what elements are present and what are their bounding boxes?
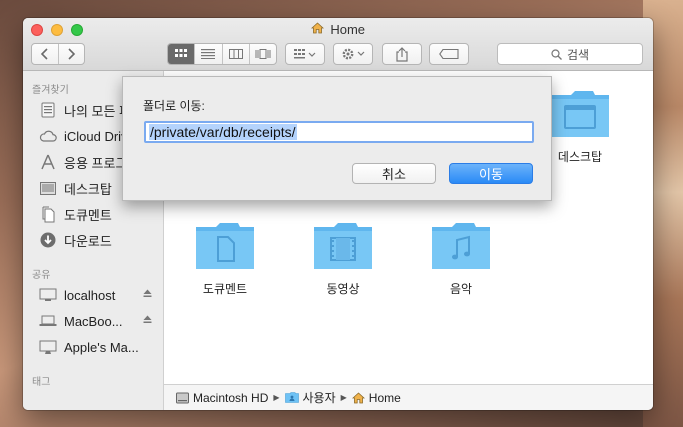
tag-icon[interactable] <box>429 43 469 65</box>
hard-drive-icon <box>176 392 189 404</box>
column-view-icon[interactable] <box>221 44 249 64</box>
path-item-macintosh-hd[interactable]: Macintosh HD <box>176 391 268 405</box>
forward-icon[interactable] <box>57 44 84 64</box>
desktop-folder-icon <box>549 87 611 139</box>
window-title: Home <box>23 22 653 37</box>
eject-icon[interactable] <box>143 289 152 301</box>
go-to-folder-label: 폴더로 이동: <box>143 99 205 113</box>
path-separator-icon: ▶ <box>273 393 280 402</box>
folder-path-input[interactable]: /private/var/db/receipts/ <box>144 121 534 143</box>
sidebar-item-documents[interactable]: 도큐멘트 <box>38 203 164 225</box>
sidebar-item-macbook[interactable]: MacBoo... <box>38 310 164 332</box>
path-item-label: Macintosh HD <box>193 390 269 405</box>
sidebar-item-localhost[interactable]: localhost <box>38 284 164 306</box>
folder-music[interactable]: 음악 <box>421 219 501 297</box>
back-icon[interactable] <box>32 44 58 64</box>
toolbar: Home 검색 <box>23 18 653 71</box>
sidebar-item-label: 데스크탑 <box>64 181 112 197</box>
applications-icon <box>38 152 58 172</box>
folder-label: 데스크탑 <box>557 150 603 164</box>
navigation-buttons <box>31 43 85 65</box>
sidebar-item-label: MacBoo... <box>64 313 123 329</box>
go-to-folder-dialog: 폴더로 이동: /private/var/db/receipts/ 취소 이동 <box>122 76 552 201</box>
folder-path-value: /private/var/db/receipts/ <box>149 124 297 140</box>
search-icon <box>551 48 562 60</box>
path-separator-icon: ▶ <box>340 393 347 402</box>
home-icon <box>351 391 365 404</box>
folder-label: 음악 <box>449 282 473 296</box>
sidebar-item-downloads[interactable]: 다운로드 <box>38 229 164 251</box>
sidebar-item-label: Apple's Ma... <box>64 339 139 355</box>
share-icon[interactable] <box>382 43 422 65</box>
arrange-icon[interactable] <box>285 43 325 65</box>
folder-movies[interactable]: 동영상 <box>303 219 383 297</box>
icon-view-icon[interactable] <box>168 44 195 64</box>
laptop-icon <box>38 311 58 331</box>
search-field[interactable]: 검색 <box>497 43 643 65</box>
home-icon <box>310 22 327 37</box>
sidebar-heading-tags: 태그 <box>32 377 51 388</box>
documents-icon <box>38 204 58 224</box>
search-placeholder: 검색 <box>566 47 590 62</box>
imac-icon <box>38 337 58 357</box>
path-item-home[interactable]: Home <box>351 390 401 405</box>
cancel-button[interactable]: 취소 <box>352 163 436 184</box>
path-bar: Macintosh HD ▶ 사용자 ▶ Home <box>164 384 653 410</box>
music-folder-icon <box>430 219 492 271</box>
computer-icon <box>38 285 58 305</box>
folder-documents[interactable]: 도큐멘트 <box>185 219 265 297</box>
folder-desktop[interactable]: 데스크탑 <box>540 87 620 165</box>
view-mode-buttons <box>167 43 277 65</box>
documents-folder-icon <box>194 219 256 271</box>
list-view-icon[interactable] <box>194 44 221 64</box>
sidebar-item-apples-mac[interactable]: Apple's Ma... <box>38 336 164 358</box>
downloads-icon <box>38 230 58 250</box>
cover-flow-icon[interactable] <box>248 44 276 64</box>
icloud-icon <box>38 126 58 146</box>
folder-label: 동영상 <box>326 282 360 296</box>
window-title-text: Home <box>330 22 366 37</box>
folder-label: 도큐멘트 <box>202 282 248 296</box>
sidebar-heading-favorites: 즐겨찾기 <box>32 85 69 96</box>
all-files-icon <box>38 100 58 120</box>
action-gear-icon[interactable] <box>333 43 373 65</box>
sidebar-item-label: 도큐멘트 <box>64 207 112 223</box>
sidebar-item-label: 다운로드 <box>64 233 112 249</box>
go-button[interactable]: 이동 <box>449 163 533 184</box>
users-folder-icon <box>284 392 299 403</box>
sidebar-heading-shared: 공유 <box>32 270 51 281</box>
sidebar-item-label: localhost <box>64 287 116 303</box>
desktop-icon <box>38 178 58 198</box>
eject-icon[interactable] <box>143 315 152 327</box>
movies-folder-icon <box>312 219 374 271</box>
path-item-label: Home <box>368 390 401 405</box>
path-item-users[interactable]: 사용자 <box>284 389 336 406</box>
path-item-label: 사용자 <box>302 391 336 405</box>
